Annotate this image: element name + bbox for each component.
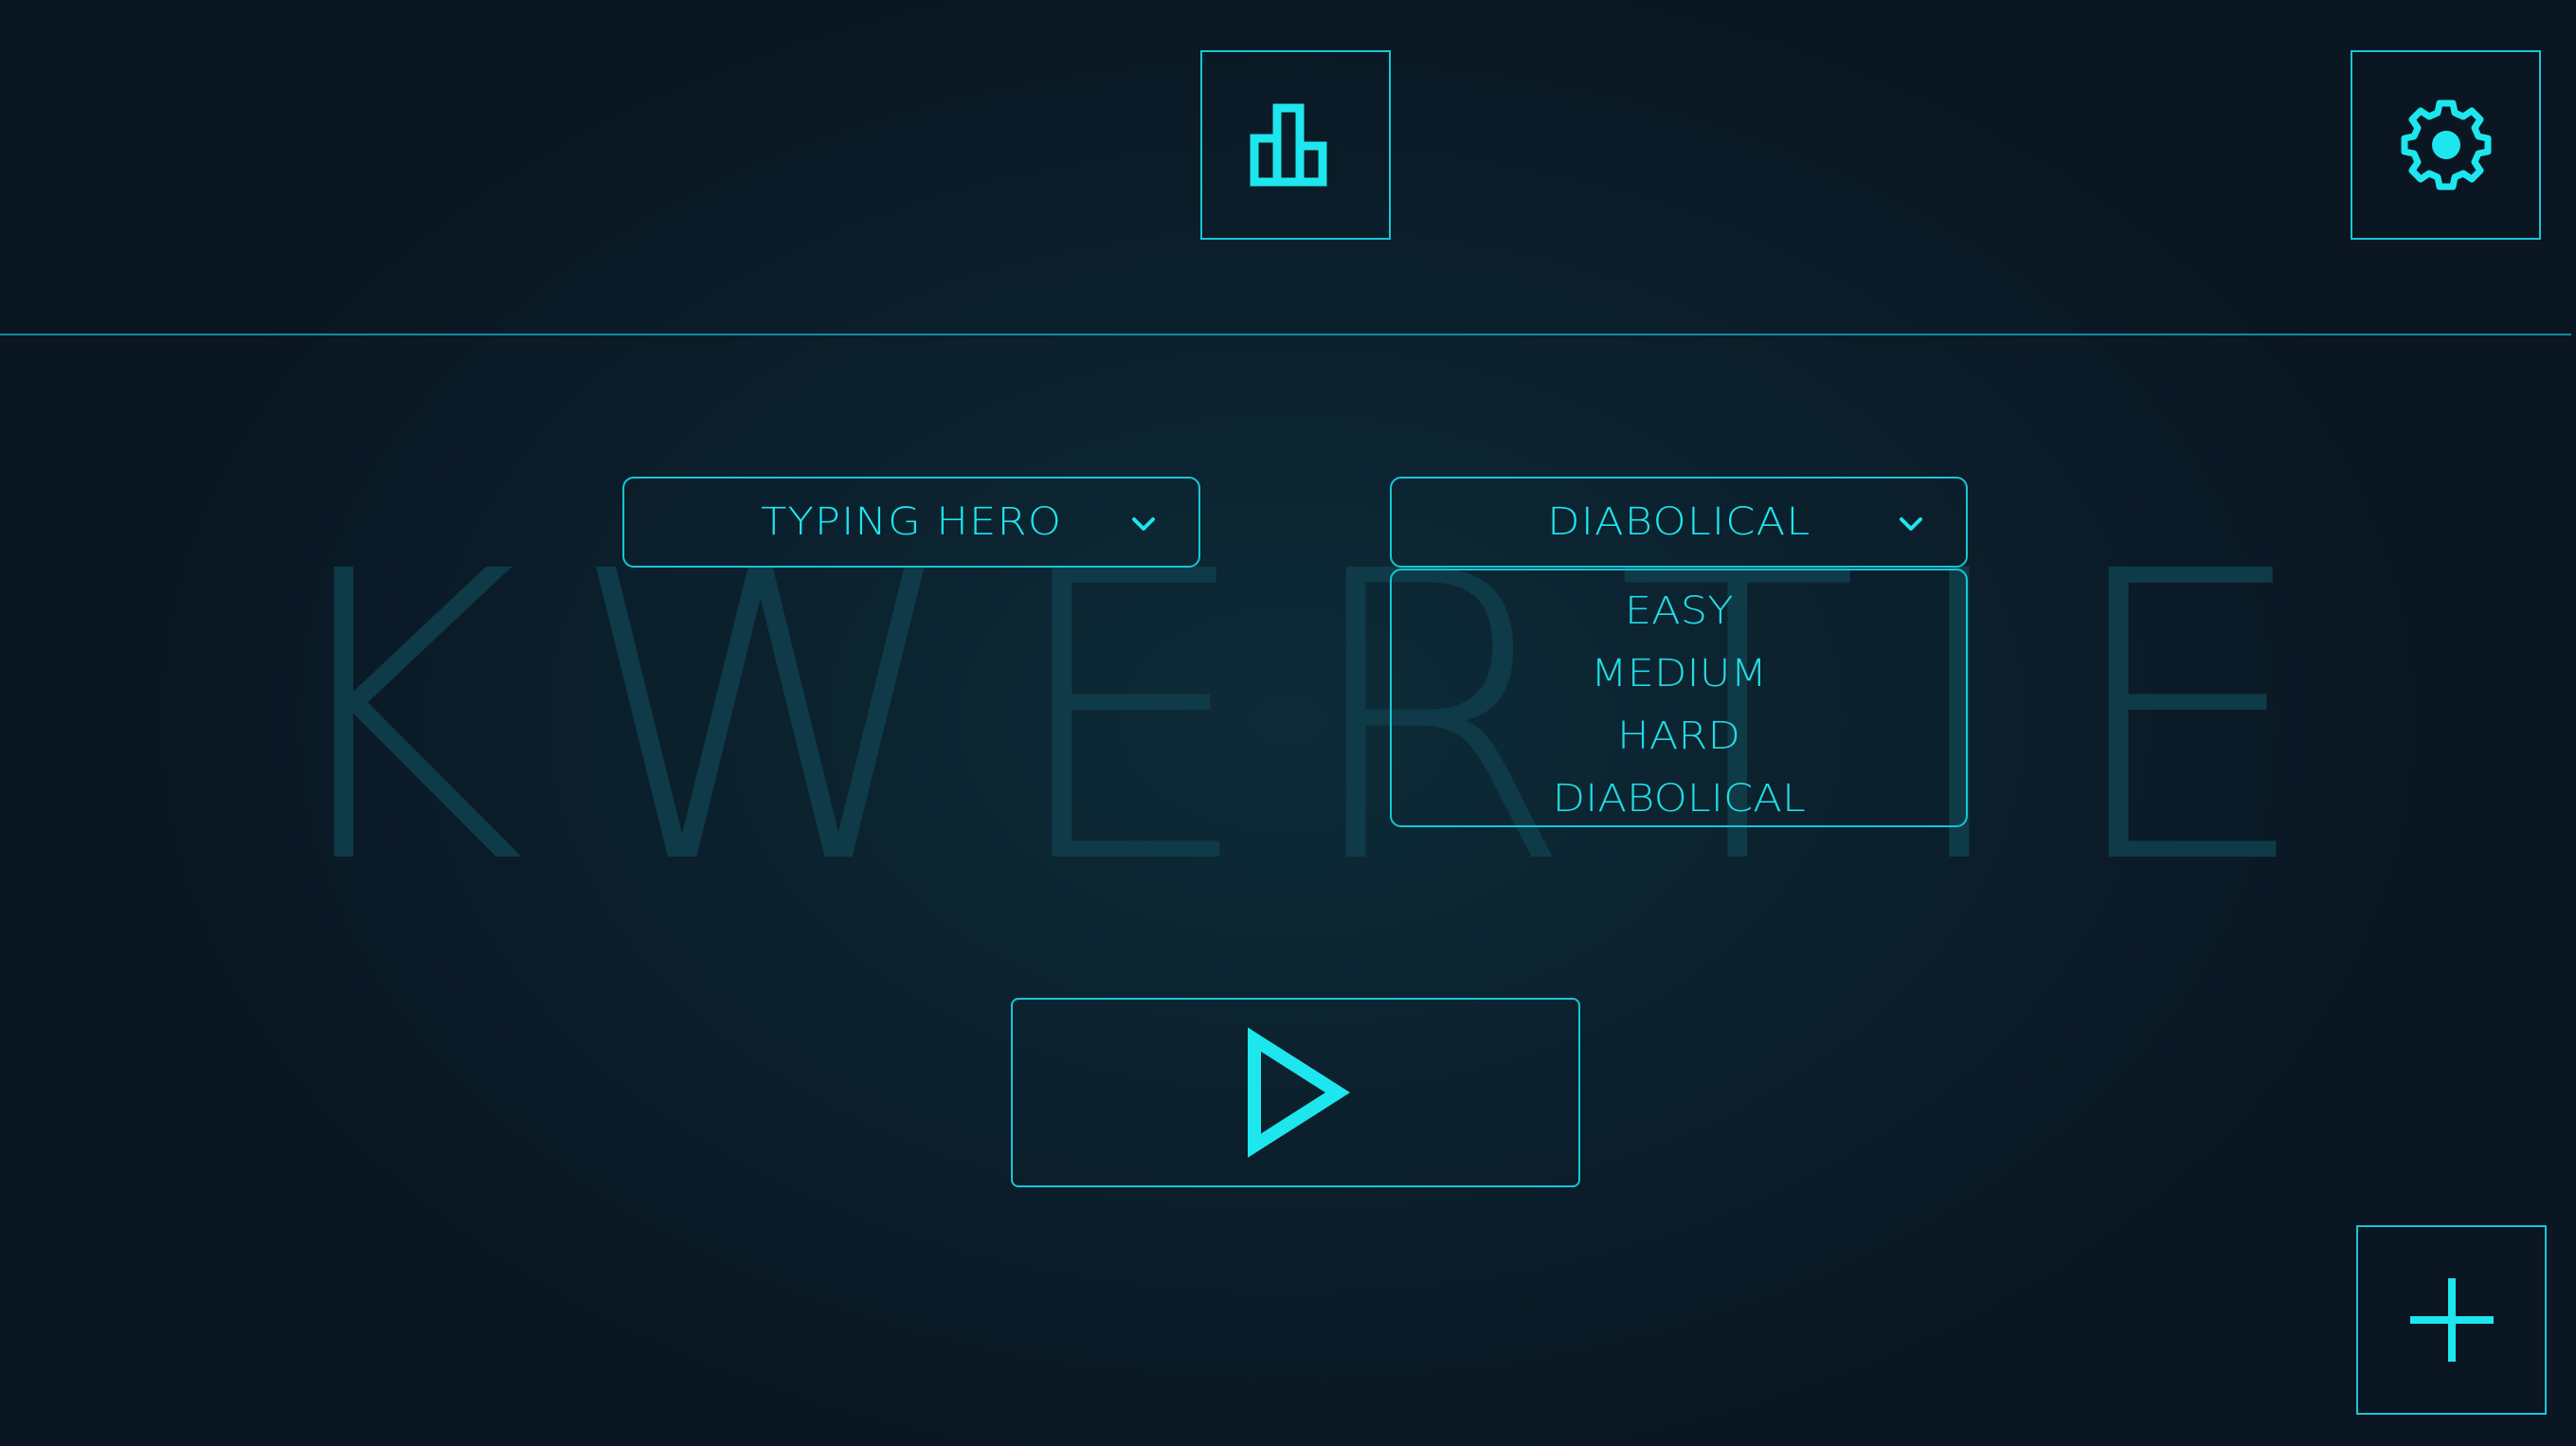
- difficulty-select-value: DIABOLICAL: [1546, 500, 1811, 544]
- gear-icon: [2401, 99, 2491, 190]
- difficulty-option-easy[interactable]: EASY: [1392, 580, 1966, 642]
- leaderboard-button[interactable]: [1200, 50, 1391, 240]
- add-button[interactable]: [2356, 1225, 2547, 1415]
- watermark-letter: E: [2060, 531, 2312, 910]
- option-label: MEDIUM: [1590, 652, 1768, 696]
- plus-icon: [2409, 1278, 2494, 1362]
- chevron-down-icon: [1900, 517, 1922, 531]
- play-button[interactable]: [1011, 998, 1580, 1187]
- header-divider: [0, 334, 2571, 335]
- option-label: DIABOLICAL: [1552, 777, 1806, 821]
- mode-select[interactable]: TYPING HERO: [622, 477, 1200, 568]
- kwertie-watermark: K W E R T I E: [265, 531, 2312, 910]
- option-label: HARD: [1617, 714, 1740, 758]
- watermark-letter: K: [265, 531, 527, 910]
- settings-button[interactable]: [2351, 50, 2541, 240]
- option-label: EASY: [1624, 589, 1734, 633]
- difficulty-options-list: EASY MEDIUM HARD DIABOLICAL: [1390, 569, 1968, 827]
- play-icon: [1247, 1027, 1350, 1158]
- mode-select-value: TYPING HERO: [760, 500, 1063, 544]
- watermark-letter: W: [567, 531, 963, 910]
- bar-chart-icon: [1250, 103, 1326, 187]
- difficulty-option-diabolical[interactable]: DIABOLICAL: [1392, 768, 1966, 830]
- difficulty-select[interactable]: DIABOLICAL: [1390, 477, 1968, 568]
- difficulty-option-hard[interactable]: HARD: [1392, 705, 1966, 768]
- chevron-down-icon: [1132, 517, 1155, 531]
- watermark-letter: E: [1003, 531, 1255, 910]
- difficulty-option-medium[interactable]: MEDIUM: [1392, 642, 1966, 705]
